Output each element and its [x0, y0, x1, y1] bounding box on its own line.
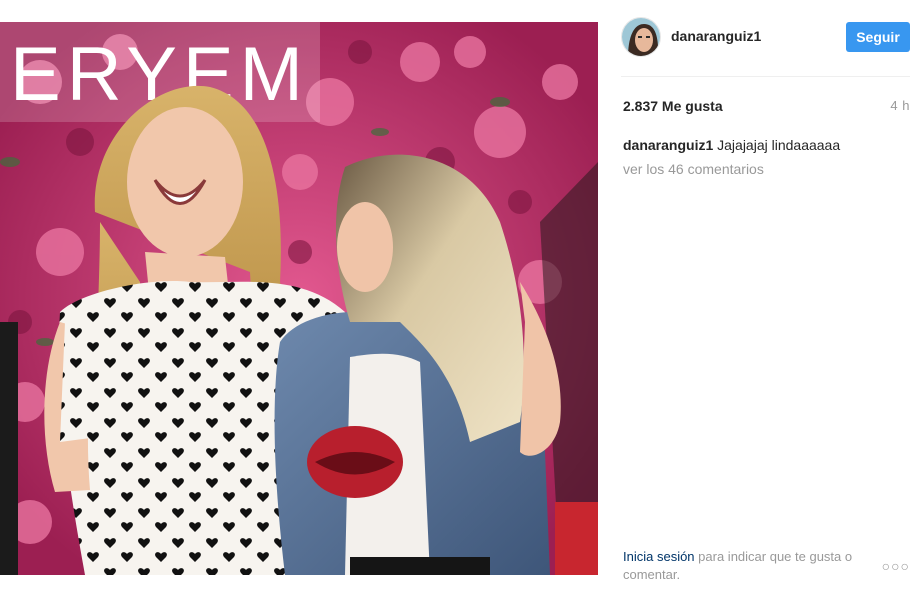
avatar-image [622, 18, 660, 56]
caption-text: Jajajajaj lindaaaaaa [717, 137, 841, 153]
view-comments-link[interactable]: ver los 46 comentarios [623, 161, 764, 177]
post-side-panel: danaranguiz1 Seguir 2.837 Me gusta 4 h d… [599, 0, 916, 599]
divider [621, 76, 910, 77]
photo-illustration: ERYEM [0, 22, 598, 575]
follow-button[interactable]: Seguir [846, 22, 910, 52]
post-timestamp[interactable]: 4 h [890, 98, 910, 113]
more-options-icon[interactable]: ○○○ [882, 558, 910, 574]
post-photo[interactable]: ERYEM [0, 22, 598, 575]
login-prompt: Inicia sesión para indicar que te gusta … [623, 548, 881, 584]
avatar[interactable] [621, 17, 661, 57]
post-caption: danaranguiz1 Jajajajaj lindaaaaaa [623, 137, 840, 153]
post-header: danaranguiz1 Seguir [599, 15, 916, 61]
login-link[interactable]: Inicia sesión [623, 549, 695, 564]
caption-username[interactable]: danaranguiz1 [623, 137, 713, 153]
username-link[interactable]: danaranguiz1 [671, 28, 761, 44]
likes-count[interactable]: 2.837 Me gusta [623, 98, 723, 114]
